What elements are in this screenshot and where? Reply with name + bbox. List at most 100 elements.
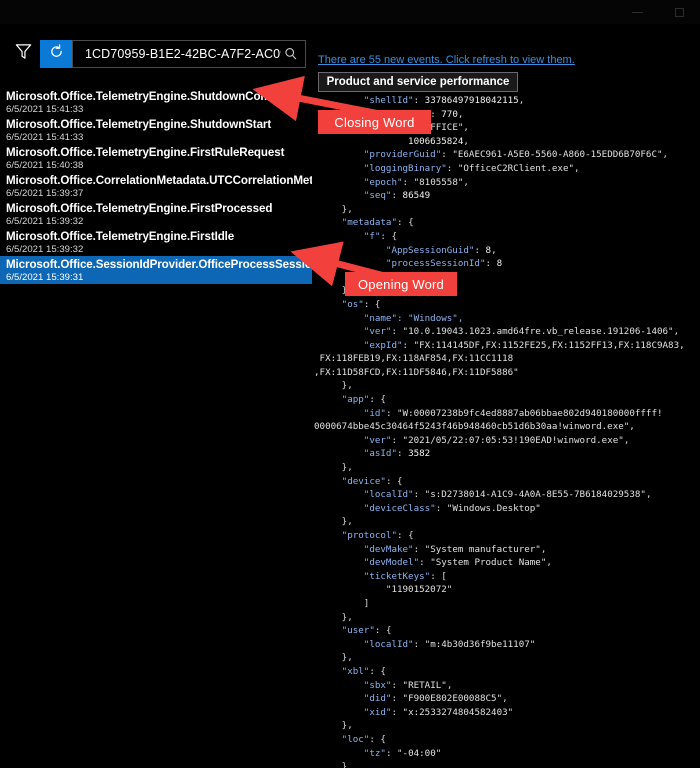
json-key-did: "did" bbox=[363, 693, 392, 705]
json-val-xid: "x:2533274804582403" bbox=[402, 706, 514, 718]
json-val-user-localid: "m:4b30d36f9be11107" bbox=[424, 638, 536, 650]
annotation-closing-word: Closing Word bbox=[318, 110, 431, 134]
event-list-item[interactable]: Microsoft.Office.TelemetryEngine.FirstId… bbox=[0, 228, 312, 256]
event-timestamp: 6/5/2021 15:39:31 bbox=[6, 272, 84, 283]
event-name: Microsoft.Office.TelemetryEngine.Shutdow… bbox=[6, 90, 298, 103]
json-val-expid-line3: ,FX:11D58FCD,FX:11DF5846,FX:11DF5886" bbox=[314, 366, 519, 378]
json-key-user: "user" bbox=[341, 625, 375, 637]
json-key-devmodel: "devModel" bbox=[363, 557, 420, 569]
title-bar bbox=[0, 0, 700, 24]
json-val-flags: 770 bbox=[441, 108, 458, 120]
json-val-loggingbinary: "OfficeC2RClient.exe" bbox=[457, 162, 575, 174]
event-viewer-window: Provide event feedback Copy bbox=[0, 0, 700, 768]
json-key-ticketkeys: "ticketKeys" bbox=[363, 570, 431, 582]
json-key-processsessionid-meta: "processSessionId" bbox=[385, 258, 486, 270]
event-name: Microsoft.Office.TelemetryEngine.FirstPr… bbox=[6, 202, 273, 215]
json-key-app: "app" bbox=[341, 394, 370, 406]
json-val-did: "F900E802E00088C5" bbox=[402, 693, 503, 705]
event-timestamp: 6/5/2021 15:40:38 bbox=[6, 160, 84, 171]
event-name: Microsoft.Office.SessionIdProvider.Offic… bbox=[6, 258, 345, 271]
json-key-epoch: "epoch" bbox=[363, 176, 403, 188]
new-events-notice-link[interactable]: There are 55 new events. Click refresh t… bbox=[318, 54, 575, 66]
search-input[interactable] bbox=[83, 46, 283, 62]
event-name: Microsoft.Office.TelemetryEngine.Shutdow… bbox=[6, 118, 272, 131]
json-val-num: 1006635824 bbox=[408, 135, 464, 147]
json-key-appsessionguid-meta: "AppSessionGuid" bbox=[385, 244, 475, 256]
event-list-item[interactable]: Microsoft.Office.CorrelationMetadata.UTC… bbox=[0, 172, 343, 200]
event-timestamp: 6/5/2021 15:41:33 bbox=[6, 104, 84, 115]
json-key-seq: "seq" bbox=[363, 190, 392, 202]
json-key-app-ver: "ver" bbox=[363, 434, 392, 446]
event-name: Microsoft.Office.TelemetryEngine.FirstId… bbox=[6, 230, 235, 243]
event-timestamp: 6/5/2021 15:39:37 bbox=[6, 188, 84, 199]
event-name: Microsoft.Office.CorrelationMetadata.UTC… bbox=[6, 174, 343, 187]
filter-button[interactable] bbox=[6, 40, 40, 68]
json-key-f: "f" bbox=[363, 230, 381, 242]
maximize-icon bbox=[674, 7, 684, 17]
json-val-app-ver: "2021/05/22:07:05:53!190EAD!winword.exe" bbox=[402, 434, 624, 446]
json-key-devmake: "devMake" bbox=[363, 543, 414, 555]
event-list[interactable]: Microsoft.Office.TelemetryEngine.Shutdow… bbox=[0, 88, 345, 284]
json-key-loggingbinary: "loggingBinary" bbox=[363, 162, 447, 174]
json-val-expid-line2: FX:118FEB19,FX:118AF854,FX:11CC1118 bbox=[319, 353, 514, 365]
json-val-processsessionid-meta: 8 bbox=[496, 258, 503, 270]
json-key-expid: "expId" bbox=[363, 339, 403, 351]
json-key-device: "device" bbox=[341, 475, 386, 487]
json-val-app-id-line2: 0000674bbe45c30464f5243f46b948460cb51d6b… bbox=[314, 421, 635, 433]
json-val-deviceclass: "Windows.Desktop" bbox=[446, 502, 541, 514]
json-key-os-ver: "ver" bbox=[363, 326, 392, 338]
json-key-protocol: "protocol" bbox=[341, 530, 397, 541]
json-key-xid: "xid" bbox=[363, 706, 392, 718]
json-val-app-id-line1: "W:00007238b9fc4ed8887ab06bbae802d940180… bbox=[397, 407, 663, 419]
json-key-shellid: "shellId" bbox=[363, 95, 414, 106]
json-key-device-localid: "localId" bbox=[363, 489, 414, 501]
json-key-app-id: "id" bbox=[363, 407, 386, 419]
minimize-icon bbox=[631, 11, 643, 13]
event-list-panel: Microsoft.Office.TelemetryEngine.Shutdow… bbox=[0, 24, 345, 768]
event-list-item[interactable]: Microsoft.Office.TelemetryEngine.Shutdow… bbox=[0, 88, 312, 116]
json-key-asid: "asId" bbox=[363, 448, 397, 460]
event-name: Microsoft.Office.TelemetryEngine.FirstRu… bbox=[6, 146, 285, 159]
annotation-opening-word: Opening Word bbox=[345, 272, 457, 296]
maximize-button[interactable] bbox=[658, 0, 700, 24]
json-val-os-ver: "10.0.19043.1023.amd64fre.vb_release.191… bbox=[402, 326, 674, 338]
event-list-item[interactable]: Microsoft.Office.TelemetryEngine.Shutdow… bbox=[0, 116, 312, 144]
json-val-epoch: "8105558" bbox=[413, 176, 464, 188]
json-key-metadata: "metadata" bbox=[341, 217, 397, 229]
json-key-providerguid: "providerGuid" bbox=[363, 149, 442, 161]
minimize-button[interactable] bbox=[616, 0, 658, 24]
json-val-providerguid: "E6AEC961-A5E0-5560-A860-15EDD6B70F6C" bbox=[452, 149, 663, 161]
event-timestamp: 6/5/2021 15:39:32 bbox=[6, 216, 84, 227]
filter-icon bbox=[14, 42, 33, 66]
event-detail-panel: There are 55 new events. Click refresh t… bbox=[312, 24, 700, 768]
event-json-viewer[interactable]: "shellId": 33786497918042115, ags": 770,… bbox=[312, 94, 700, 768]
tab-product-and-service-performance[interactable]: Product and service performance bbox=[318, 72, 518, 92]
json-val-ticketkeys: "1190152072" bbox=[385, 584, 453, 596]
event-list-item[interactable]: Microsoft.Office.TelemetryEngine.FirstPr… bbox=[0, 200, 312, 228]
json-val-seq: 86549 bbox=[402, 190, 431, 202]
json-key-loc: "loc" bbox=[341, 733, 370, 745]
event-list-item[interactable]: Microsoft.Office.TelemetryEngine.FirstRu… bbox=[0, 144, 312, 172]
event-timestamp: 6/5/2021 15:39:32 bbox=[6, 244, 84, 255]
json-key-tz: "tz" bbox=[363, 747, 386, 759]
json-val-shellid: 33786497918042115 bbox=[424, 95, 519, 106]
event-list-item[interactable]: Microsoft.Office.SessionIdProvider.Offic… bbox=[0, 256, 345, 284]
json-val-expid-line1: "FX:114145DF,FX:1152FE25,FX:1152FF13,FX:… bbox=[413, 339, 685, 351]
json-val-devmake: "System manufacturer" bbox=[424, 543, 541, 555]
search-row bbox=[6, 40, 306, 68]
json-val-tz: "-04:00" bbox=[397, 747, 442, 759]
search-icon[interactable] bbox=[283, 46, 299, 62]
json-val-sbx: "RETAIL" bbox=[402, 679, 447, 691]
refresh-button[interactable] bbox=[40, 40, 72, 68]
json-key-user-localid: "localId" bbox=[363, 638, 414, 650]
json-key-os: "os" bbox=[341, 298, 364, 310]
json-key-xbl: "xbl" bbox=[341, 665, 370, 677]
event-timestamp: 6/5/2021 15:41:33 bbox=[6, 132, 84, 143]
json-key-deviceclass: "deviceClass" bbox=[363, 502, 436, 514]
refresh-icon bbox=[48, 43, 65, 65]
json-key-sbx: "sbx" bbox=[363, 679, 392, 691]
json-os-name-line: "name": "Windows", bbox=[363, 312, 464, 324]
json-val-asid: 3582 bbox=[408, 448, 431, 460]
json-val-devmodel: "System Product Name" bbox=[430, 557, 547, 569]
search-box[interactable] bbox=[72, 40, 306, 68]
